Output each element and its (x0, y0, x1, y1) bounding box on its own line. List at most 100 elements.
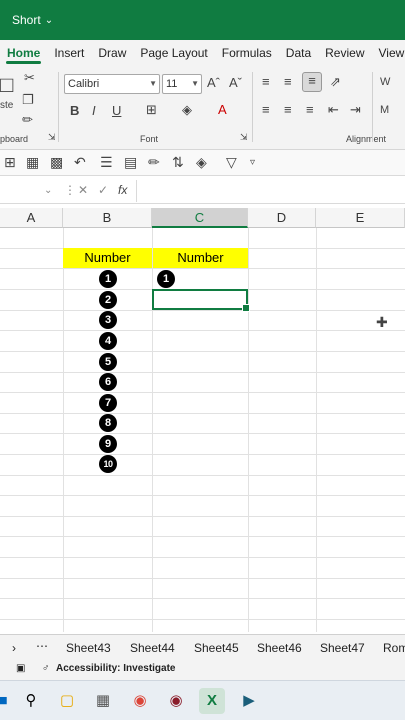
circled-number-cell[interactable]: 1 (157, 270, 175, 288)
start-icon[interactable]: ■ (0, 688, 16, 714)
paste-label: ste (0, 100, 14, 111)
tab-insert[interactable]: Insert (47, 40, 91, 66)
tab-formulas[interactable]: Formulas (215, 40, 279, 66)
align-left-icon[interactable]: ≡ (262, 102, 270, 117)
fill-color-icon[interactable]: ◈ (196, 154, 207, 171)
column-header-c[interactable]: C (152, 208, 248, 228)
cell-c-header[interactable]: Number (153, 248, 248, 268)
borders-icon[interactable]: ⊞ (146, 102, 157, 118)
hierarchy-icon[interactable]: ☰ (100, 154, 113, 171)
sheet-tab[interactable]: Sheet46 (257, 641, 302, 655)
tab-draw[interactable]: Draw (91, 40, 133, 66)
tab-page-layout[interactable]: Page Layout (133, 40, 214, 66)
sort-icon[interactable]: ⇅ (172, 154, 184, 171)
orientation-icon[interactable]: ⇗ (330, 74, 341, 90)
fill-color-icon[interactable]: ◈ (182, 102, 192, 118)
align-bottom-icon[interactable]: ≡ (302, 72, 322, 92)
circled-number-cell[interactable]: 3 (99, 311, 117, 329)
font-size-select[interactable]: 11 ▼ (162, 74, 202, 94)
sheet-tab[interactable]: Sheet47 (320, 641, 365, 655)
sheet-tab[interactable]: Sheet43 (66, 641, 111, 655)
bold-button[interactable]: B (70, 103, 79, 118)
grid-line (0, 351, 405, 352)
cut-icon[interactable]: ✂ (24, 70, 35, 86)
align-center-icon[interactable]: ≡ (284, 102, 292, 117)
name-box-dropdown-icon[interactable]: ⌄ (44, 185, 52, 196)
file-explorer-icon[interactable]: ▢ (54, 688, 80, 714)
sheet-tab[interactable]: Rom (383, 641, 405, 655)
paste-icon[interactable]: □ (0, 72, 13, 98)
customize-toolbar-icon[interactable]: ▿ (250, 157, 255, 168)
merge-center-button[interactable]: M (380, 104, 389, 116)
grid-line (0, 495, 405, 496)
chevron-down-icon[interactable]: ⌄ (45, 15, 53, 26)
media-app-icon[interactable]: ◉ (163, 688, 189, 714)
font-name-select[interactable]: Calibri ▼ (64, 74, 160, 94)
circled-number-cell[interactable]: 7 (99, 394, 117, 412)
circled-number-cell[interactable]: 1 (99, 270, 117, 288)
divider (136, 180, 137, 202)
macro-record-icon[interactable]: ▣ (16, 663, 25, 674)
column-header-d[interactable]: D (248, 208, 316, 228)
grid-line (0, 536, 405, 537)
circled-number-cell[interactable]: 8 (99, 414, 117, 432)
cell-b-header[interactable]: Number (63, 248, 152, 268)
worksheet-grid[interactable]: A B C D E Number Number 1 2 3 4 5 6 7 8 … (0, 208, 405, 632)
chevron-right-icon[interactable]: › (12, 641, 16, 655)
circled-number-cell[interactable]: 6 (99, 373, 117, 391)
increase-font-size-icon[interactable]: Aˆ (207, 75, 220, 90)
increase-indent-icon[interactable]: ⇥ (350, 102, 361, 118)
filter-icon[interactable]: ▽ (226, 154, 237, 171)
align-middle-icon[interactable]: ≡ (284, 74, 292, 89)
format-painter-icon[interactable]: ✏ (22, 112, 33, 128)
circled-number-cell[interactable]: 5 (99, 353, 117, 371)
decrease-font-size-icon[interactable]: Aˇ (229, 75, 242, 90)
decrease-indent-icon[interactable]: ⇤ (328, 102, 339, 118)
align-right-icon[interactable]: ≡ (306, 102, 314, 117)
tab-review[interactable]: Review (318, 40, 371, 66)
copy-icon[interactable]: ❐ (22, 92, 34, 108)
tab-view[interactable]: View (372, 40, 405, 66)
workbook-title[interactable]: Short (12, 13, 41, 27)
wrap-text-button[interactable]: W (380, 76, 390, 88)
sheet-tab[interactable]: Sheet44 (130, 641, 175, 655)
circled-number-cell[interactable]: 4 (99, 332, 117, 350)
freeze-panes-icon[interactable]: ⊞ (4, 154, 16, 171)
accessibility-status[interactable]: Accessibility: Investigate (56, 663, 176, 674)
italic-button[interactable]: I (92, 103, 96, 118)
sheet-tab[interactable]: Sheet45 (194, 641, 239, 655)
column-header-a[interactable]: A (0, 208, 63, 228)
enter-icon[interactable]: ✓ (98, 183, 108, 197)
formula-bar: ⌄ ⋮ ✕ ✓ fx (0, 180, 405, 204)
undo-icon[interactable]: ↶ (74, 154, 86, 171)
active-cell-selection[interactable] (152, 289, 250, 312)
circled-number-cell[interactable]: 10 (99, 455, 117, 473)
dialog-launcher-icon[interactable]: ⇲ (240, 132, 248, 143)
underline-button[interactable]: U (112, 103, 121, 118)
insert-table-icon[interactable]: ▦ (26, 154, 39, 171)
taskbar: ■ ⚲ ▢ ▦ ◉ ◉ X ▶ (0, 680, 405, 720)
column-header-b[interactable]: B (63, 208, 152, 228)
brush-icon[interactable]: ✏ (148, 154, 160, 171)
accessibility-icon[interactable]: ♂ (42, 663, 50, 674)
calculator-icon[interactable]: ▦ (90, 688, 116, 714)
font-name-value: Calibri (68, 78, 100, 90)
circled-number-cell[interactable]: 9 (99, 435, 117, 453)
font-color-icon[interactable]: A (218, 102, 227, 117)
cancel-icon[interactable]: ✕ (78, 183, 88, 197)
dialog-launcher-icon[interactable]: ⇲ (48, 132, 56, 143)
excel-icon[interactable]: X (199, 688, 225, 714)
chrome-icon[interactable]: ◉ (127, 688, 153, 714)
circled-number-cell[interactable]: 2 (99, 291, 117, 309)
grid-icon[interactable]: ▤ (124, 154, 137, 171)
insert-function-button[interactable]: fx (118, 183, 127, 197)
paste-special-icon[interactable]: ▩ (50, 154, 63, 171)
tab-home[interactable]: Home (0, 40, 47, 66)
terminal-app-icon[interactable]: ▶ (236, 688, 262, 714)
more-sheets-icon[interactable]: ⋯ (36, 639, 48, 653)
search-icon[interactable]: ⚲ (18, 688, 44, 714)
font-group-label: Font (140, 134, 159, 144)
tab-data[interactable]: Data (279, 40, 318, 66)
align-top-icon[interactable]: ≡ (262, 74, 270, 89)
column-header-e[interactable]: E (316, 208, 405, 228)
